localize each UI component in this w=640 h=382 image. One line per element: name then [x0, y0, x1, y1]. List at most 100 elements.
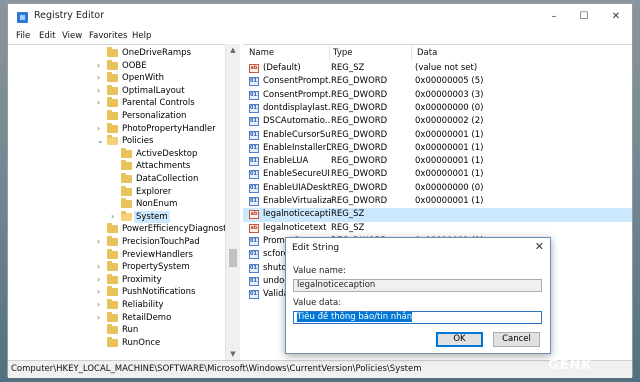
column-data[interactable]: Data	[417, 46, 437, 60]
tree-item[interactable]: ActiveDesktop	[8, 147, 239, 161]
scroll-up-icon[interactable]: ▲	[226, 46, 240, 54]
tree-item[interactable]: NonEnum	[8, 198, 239, 211]
expand-chevron-icon[interactable]: ›	[97, 299, 100, 312]
value-row[interactable]: 011 dontdisplaylast...REG_DWORD 0x00000000…	[243, 102, 632, 115]
tree-item[interactable]: › PrecisionTouchPad	[8, 236, 239, 249]
tree-item-label: OpenWith	[122, 73, 165, 84]
column-type[interactable]: Type	[333, 46, 353, 60]
value-row[interactable]: 011 EnableSecureUI...REG_DWORD 0x00000001 …	[243, 168, 632, 181]
tree-scrollbar[interactable]: ▲ ▼	[225, 44, 240, 360]
binary-value-icon: 011	[249, 236, 259, 246]
value-type: REG_SZ	[331, 222, 365, 233]
menu-view[interactable]: View	[62, 29, 82, 43]
value-row[interactable]: 011 EnableInstallerD...REG_DWORD 0x0000000…	[243, 142, 632, 155]
tree-item[interactable]: › RetailDemo	[8, 311, 239, 325]
value-row[interactable]: 011 EnableCursorSu...REG_DWORD 0x00000001 …	[243, 129, 632, 142]
menu-edit[interactable]: Edit	[39, 29, 55, 43]
tree-item[interactable]: PreviewHandlers	[8, 248, 239, 262]
tree-item[interactable]: › OOBE	[8, 59, 239, 73]
maximize-button[interactable]: ☐	[570, 8, 598, 25]
value-data: 0x00000001 (1)	[415, 169, 484, 180]
binary-value-icon: 011	[249, 170, 259, 180]
menu-file[interactable]: File	[16, 29, 30, 43]
folder-icon	[107, 122, 118, 133]
tree-item[interactable]: › Reliability	[8, 299, 239, 312]
value-row[interactable]: 011 EnableUIADeskt...REG_DWORD 0x00000000 …	[243, 182, 632, 195]
value-data-label: Value data:	[293, 298, 342, 308]
tree-item[interactable]: Attachments	[8, 160, 239, 173]
tree-item[interactable]: PowerEfficiencyDiagnostics	[8, 223, 239, 236]
dialog-close-icon[interactable]: ✕	[535, 240, 544, 253]
tree-item[interactable]: › PushNotifications	[8, 286, 239, 299]
value-data: 0x00000001 (1)	[415, 156, 484, 167]
tree-item[interactable]: › PhotoPropertyHandler	[8, 122, 239, 136]
watermark-logo: GENK	[548, 358, 593, 373]
tree-item-label: OptimalLayout	[122, 85, 185, 96]
expand-chevron-icon[interactable]: ›	[111, 211, 114, 224]
expand-chevron-icon[interactable]: ›	[97, 236, 100, 249]
expand-chevron-icon[interactable]: ›	[97, 97, 100, 110]
value-row[interactable]: 011 EnableLUA REG_DWORD 0x00000001 (1)	[243, 155, 632, 168]
value-row[interactable]: 011 EnableVirtualiza...REG_DWORD 0x0000000…	[243, 195, 632, 208]
close-button[interactable]: ✕	[602, 8, 630, 25]
folder-icon	[121, 185, 132, 196]
expand-chevron-icon[interactable]: ›	[97, 312, 100, 325]
tree-item-label: Policies	[122, 136, 154, 147]
scroll-thumb[interactable]	[229, 249, 237, 267]
tree-item[interactable]: RunOnce	[8, 336, 239, 350]
tree-item[interactable]: › OptimalLayout	[8, 84, 239, 98]
folder-icon	[107, 324, 118, 335]
expand-chevron-icon[interactable]: ›	[97, 72, 100, 85]
value-row[interactable]: 011 DSCAutomatio...REG_DWORD 0x00000002 (2…	[243, 115, 632, 128]
binary-value-icon: 011	[249, 143, 259, 153]
folder-icon	[107, 311, 118, 322]
tree-item-label: Run	[122, 325, 139, 336]
value-name: EnableInstallerD...	[263, 142, 331, 153]
column-divider[interactable]	[329, 46, 330, 60]
binary-value-icon: 011	[249, 263, 259, 273]
tree-item[interactable]: › OpenWith	[8, 72, 239, 85]
binary-value-icon: 011	[249, 250, 259, 260]
folder-icon	[107, 97, 118, 108]
value-name: dontdisplaylast...	[263, 102, 331, 113]
tree-item[interactable]: › PropertySystem	[8, 261, 239, 274]
binary-value-icon: 011	[249, 130, 259, 140]
binary-value-icon: 011	[249, 90, 259, 100]
scroll-down-icon[interactable]: ▼	[226, 350, 240, 358]
minimize-button[interactable]: –	[540, 8, 568, 25]
value-row[interactable]: ab (Default) REG_SZ (value not set)	[243, 62, 632, 75]
expand-chevron-icon[interactable]: ›	[97, 274, 100, 287]
value-row[interactable]: 011 ConsentPrompt...REG_DWORD 0x00000005 (…	[243, 75, 632, 88]
tree-item[interactable]: OneDriveRamps	[8, 47, 239, 60]
menu-favorites[interactable]: Favorites	[89, 29, 127, 43]
edit-string-dialog: Edit String ✕ Value name: legalnoticecap…	[285, 237, 551, 354]
value-row[interactable]: ab legalnoticecapti...REG_SZ	[243, 208, 632, 222]
expand-chevron-icon[interactable]: ›	[97, 85, 100, 98]
value-data: 0x00000002 (2)	[415, 116, 484, 127]
column-name[interactable]: Name	[249, 46, 274, 60]
value-data: 0x00000000 (0)	[415, 102, 484, 113]
value-name: DSCAutomatio...	[263, 116, 331, 127]
menu-help[interactable]: Help	[132, 29, 151, 43]
tree-item[interactable]: › System	[8, 210, 239, 224]
expand-chevron-icon[interactable]: ›	[97, 60, 100, 73]
expand-chevron-icon[interactable]: ›	[97, 123, 100, 136]
tree-item[interactable]: Personalization	[8, 110, 239, 123]
tree-item[interactable]: Run	[8, 324, 239, 337]
tree-item[interactable]: › Parental Controls	[8, 97, 239, 110]
expanded-chevron-icon[interactable]: ⌄	[97, 135, 104, 148]
window-title: Registry Editor	[34, 10, 105, 21]
expand-chevron-icon[interactable]: ›	[97, 286, 100, 299]
tree-item[interactable]: ⌄ Policies	[8, 135, 239, 148]
ok-button[interactable]: OK	[436, 332, 483, 347]
value-row[interactable]: ab legalnoticetext REG_SZ	[243, 222, 632, 235]
cancel-button[interactable]: Cancel	[493, 332, 540, 347]
tree-item[interactable]: › Proximity	[8, 273, 239, 287]
column-divider[interactable]	[411, 46, 412, 60]
expand-chevron-icon[interactable]: ›	[97, 261, 100, 274]
value-data: 0x00000003 (3)	[415, 89, 484, 100]
value-data-input[interactable]: Tiêu đề thông báo/tin nhắn	[293, 311, 542, 324]
tree-item[interactable]: DataCollection	[8, 173, 239, 186]
value-row[interactable]: 011 ConsentPrompt...REG_DWORD 0x00000003 (…	[243, 89, 632, 102]
tree-item[interactable]: Explorer	[8, 185, 239, 199]
